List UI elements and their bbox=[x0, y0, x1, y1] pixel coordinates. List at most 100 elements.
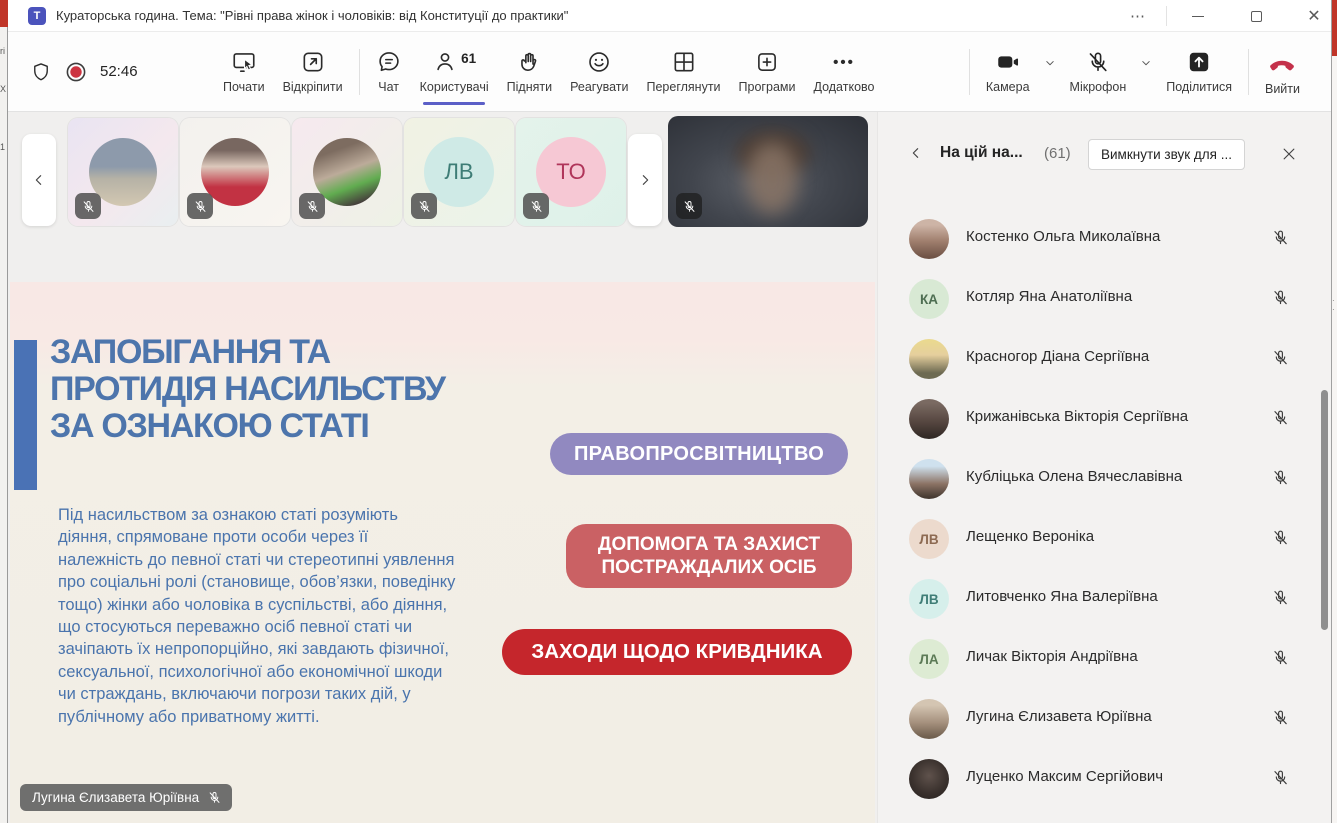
minimize-button[interactable] bbox=[1176, 0, 1220, 32]
participant-mic-off-icon[interactable] bbox=[1271, 468, 1291, 488]
participant-video-tile[interactable] bbox=[68, 118, 178, 226]
muted-badge bbox=[187, 193, 213, 219]
screen-share-icon bbox=[231, 49, 257, 75]
unpin-button[interactable]: Відкріпити bbox=[274, 40, 352, 104]
participant-mic-off-icon[interactable] bbox=[1271, 408, 1291, 428]
presenter-name: Лугина Єлизавета Юріївна bbox=[32, 790, 199, 805]
muted-badge bbox=[676, 193, 702, 219]
titlebar-more-button[interactable]: ⋯ bbox=[1116, 0, 1160, 32]
participant-count-badge: 61 bbox=[461, 51, 476, 66]
participant-row[interactable]: Костенко Ольга Миколаївна bbox=[878, 209, 1332, 269]
participant-mic-off-icon[interactable] bbox=[1271, 528, 1291, 548]
chat-button[interactable]: Чат bbox=[367, 40, 411, 104]
slide-badge: ЗАХОДИ ЩОДО КРИВДНИКА bbox=[502, 629, 852, 675]
smiley-icon bbox=[586, 49, 612, 75]
toolbar-right-group: Камера Мікрофон Поділитися Вийти bbox=[962, 40, 1309, 104]
camera-button[interactable]: Камера bbox=[977, 40, 1039, 104]
leave-button[interactable]: Вийти bbox=[1256, 40, 1309, 104]
camera-options-chevron[interactable] bbox=[1039, 48, 1061, 78]
participant-row[interactable]: Крижанівська Вікторія Сергіївна bbox=[878, 389, 1332, 449]
slide-title: ЗАПОБІГАННЯ ТА ПРОТИДІЯ НАСИЛЬСТВУ ЗА ОЗ… bbox=[50, 334, 445, 445]
slide-body-text: Під насильством за ознакою статі розумію… bbox=[58, 504, 456, 728]
participant-video-tile[interactable] bbox=[180, 118, 290, 226]
participant-row[interactable]: Лугина Єлизавета Юріївна bbox=[878, 689, 1332, 749]
participant-video-tile[interactable] bbox=[292, 118, 402, 226]
mic-off-icon bbox=[417, 199, 432, 214]
panel-back-button[interactable] bbox=[908, 145, 928, 165]
teams-meeting-window: T Кураторська година. Тема: "Рівні права… bbox=[8, 0, 1331, 823]
participant-mic-off-icon[interactable] bbox=[1271, 588, 1291, 608]
meeting-status-group: 52:46 bbox=[30, 60, 190, 84]
chevron-right-icon bbox=[637, 172, 653, 188]
participant-row[interactable]: Красногор Діана Сергіївна bbox=[878, 329, 1332, 389]
avatar: ЛВ bbox=[909, 579, 949, 619]
chat-icon bbox=[376, 49, 402, 75]
mic-off-icon bbox=[207, 790, 222, 805]
chevron-down-icon bbox=[1043, 56, 1057, 70]
muted-badge bbox=[523, 193, 549, 219]
popout-icon bbox=[300, 49, 326, 75]
participant-mic-off-icon[interactable] bbox=[1271, 228, 1291, 248]
mic-off-icon bbox=[1085, 49, 1111, 75]
ellipsis-icon: ••• bbox=[833, 49, 855, 75]
muted-badge bbox=[411, 193, 437, 219]
microphone-button[interactable]: Мікрофон bbox=[1061, 40, 1136, 104]
shared-presentation-slide: ЗАПОБІГАННЯ ТА ПРОТИДІЯ НАСИЛЬСТВУ ЗА ОЗ… bbox=[10, 282, 875, 823]
participant-video-tile[interactable]: ТО bbox=[516, 118, 626, 226]
meeting-toolbar: 52:46 Почати Відкріпити Чат 61 Корис bbox=[8, 32, 1331, 112]
more-actions-button[interactable]: ••• Додатково bbox=[804, 40, 883, 104]
mic-off-icon bbox=[305, 199, 320, 214]
avatar bbox=[909, 339, 949, 379]
mic-off-icon bbox=[529, 199, 544, 214]
close-icon bbox=[1280, 145, 1298, 163]
participant-mic-off-icon[interactable] bbox=[1271, 648, 1291, 668]
panel-title: На цій на... bbox=[940, 144, 1023, 162]
chevron-left-icon bbox=[31, 172, 47, 188]
camera-icon bbox=[995, 49, 1021, 75]
hand-icon bbox=[516, 49, 542, 75]
meeting-stage: ЛВ ТО ЗАПОБІГАННЯ ТА ПРОТИДІЯ НАСИЛЬСТВУ… bbox=[8, 112, 877, 823]
slide-accent-bar bbox=[14, 340, 37, 490]
maximize-button[interactable] bbox=[1234, 0, 1278, 32]
apps-button[interactable]: Програми bbox=[730, 40, 805, 104]
filmstrip-next-button[interactable] bbox=[628, 134, 662, 226]
participant-row[interactable]: Луценко Максим Сергійович bbox=[878, 749, 1332, 809]
participant-row[interactable]: ЛВ Литовченко Яна Валеріївна bbox=[878, 569, 1332, 629]
participant-mic-off-icon[interactable] bbox=[1271, 708, 1291, 728]
avatar bbox=[909, 759, 949, 799]
participant-mic-off-icon[interactable] bbox=[1271, 288, 1291, 308]
participant-video-tile[interactable]: ЛВ bbox=[404, 118, 514, 226]
panel-close-button[interactable] bbox=[1278, 143, 1300, 165]
participant-row-partial bbox=[878, 809, 1332, 823]
phone-down-icon bbox=[1267, 47, 1297, 77]
react-button[interactable]: Реагувати bbox=[561, 40, 637, 104]
raise-hand-button[interactable]: Підняти bbox=[498, 40, 561, 104]
participants-list: Костенко Ольга Миколаївна КА Котляр Яна … bbox=[878, 209, 1332, 823]
avatar: ЛА bbox=[909, 639, 949, 679]
panel-participant-count: (61) bbox=[1044, 145, 1071, 162]
avatar: КА bbox=[909, 279, 949, 319]
titlebar-divider bbox=[1166, 6, 1167, 26]
view-button[interactable]: Переглянути bbox=[637, 40, 729, 104]
window-title: Кураторська година. Тема: "Рівні права ж… bbox=[56, 8, 568, 23]
start-presenting-button[interactable]: Почати bbox=[214, 40, 274, 104]
filmstrip-prev-button[interactable] bbox=[22, 134, 56, 226]
people-button[interactable]: 61 Користувачі bbox=[411, 40, 498, 104]
mute-all-button[interactable]: Вимкнути звук для ... bbox=[1088, 139, 1245, 170]
shield-icon bbox=[30, 61, 52, 83]
participant-row[interactable]: ЛВ Лещенко Вероніка bbox=[878, 509, 1332, 569]
microphone-options-chevron[interactable] bbox=[1135, 48, 1157, 78]
plus-square-icon bbox=[754, 49, 780, 75]
participant-mic-off-icon[interactable] bbox=[1271, 348, 1291, 368]
participant-row[interactable]: ЛА Личак Вікторія Андріївна bbox=[878, 629, 1332, 689]
mic-off-icon bbox=[81, 199, 96, 214]
speaker-video-tile[interactable] bbox=[668, 116, 868, 227]
participant-row[interactable]: Кубліцька Олена Вячеславівна bbox=[878, 449, 1332, 509]
chevron-down-icon bbox=[1139, 56, 1153, 70]
share-button[interactable]: Поділитися bbox=[1157, 40, 1241, 104]
panel-scrollbar[interactable] bbox=[1321, 390, 1328, 630]
close-window-button[interactable]: ✕ bbox=[1292, 0, 1336, 32]
slide-badge: ПРАВОПРОСВІТНИЦТВО bbox=[550, 433, 848, 475]
participant-row[interactable]: КА Котляр Яна Анатоліївна bbox=[878, 269, 1332, 329]
participant-mic-off-icon[interactable] bbox=[1271, 768, 1291, 788]
